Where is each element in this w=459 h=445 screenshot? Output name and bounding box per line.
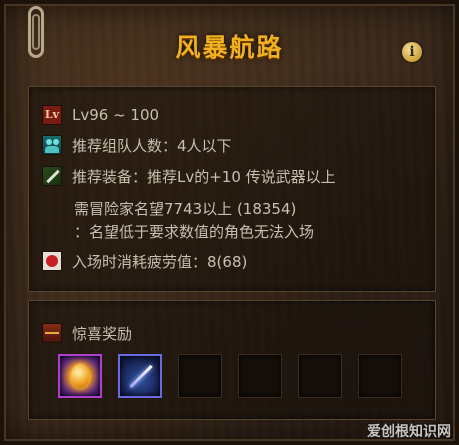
- rewards-label: 惊喜奖励: [72, 324, 133, 343]
- reward-slot-3: [178, 354, 222, 398]
- reward-slot-5: [298, 354, 342, 398]
- dungeon-title: 风暴航路: [175, 33, 284, 62]
- recommended-party: 推荐组队人数：4人以下: [72, 136, 232, 155]
- rewards-header: 惊喜奖励: [42, 322, 132, 344]
- fatigue-row: 入场时消耗疲劳值：8(68): [42, 250, 247, 272]
- spear-icon: [129, 364, 153, 389]
- fame-note: ：名望低于要求数值的角色无法入场: [74, 223, 315, 241]
- reward-slot-1[interactable]: [58, 354, 102, 398]
- level-range: Lv96 ~ 100: [72, 106, 160, 124]
- golden-egg-icon: [71, 364, 89, 388]
- reward-slot-2[interactable]: [118, 354, 162, 398]
- party-icon: [42, 135, 62, 155]
- recommended-gear: 推荐装备：推荐Lv的+10 传说武器以上: [72, 167, 336, 186]
- treasure-chest-icon: [42, 323, 62, 343]
- party-row: 推荐组队人数：4人以下: [42, 134, 232, 156]
- level-icon: Lv: [42, 105, 62, 125]
- reward-slot-4: [238, 354, 282, 398]
- reward-slot-6: [358, 354, 402, 398]
- fatigue-cost: 入场时消耗疲劳值：8(68): [72, 252, 248, 271]
- fatigue-icon: [42, 251, 62, 271]
- fame-requirement: 需冒险家名望7743以上 (18354): [74, 200, 297, 218]
- info-icon[interactable]: i: [402, 42, 422, 62]
- watermark: 爱创根知识网: [367, 424, 451, 440]
- sword-icon: [42, 166, 62, 186]
- level-row: Lv Lv96 ~ 100: [42, 104, 159, 126]
- gear-row: 推荐装备：推荐Lv的+10 传说武器以上: [42, 165, 336, 187]
